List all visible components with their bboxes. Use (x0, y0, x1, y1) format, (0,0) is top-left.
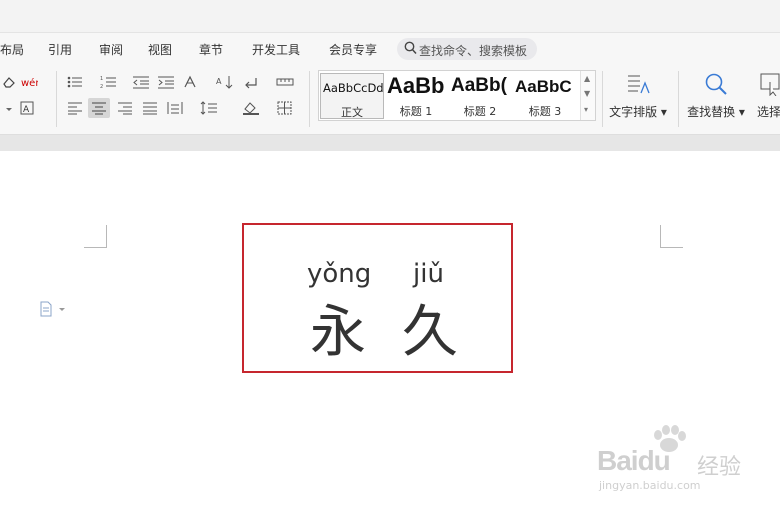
find-replace-label: 查找替换 (687, 105, 736, 119)
sort-icon[interactable]: A (216, 74, 234, 90)
pinyin-jiu: jiǔ (413, 259, 444, 289)
pinyin-yong: yǒng (307, 259, 372, 289)
menu-layout[interactable]: 布局 (0, 41, 24, 58)
expand-gallery-icon[interactable]: ▾ (584, 105, 588, 114)
find-icon (685, 70, 747, 98)
styles-gallery: AaBbCcDd 正文 AaBb 标题 1 AaBb( 标题 2 AaBbC 标… (318, 70, 596, 121)
style-heading3-sample: AaBbC (515, 77, 572, 96)
menu-bar: 布局 引用 审阅 视图 章节 开发工具 会员专享 (0, 33, 780, 65)
menu-chapter[interactable]: 章节 (199, 41, 223, 58)
paragraph-mark-icon[interactable] (242, 74, 260, 90)
style-heading3[interactable]: AaBbC 标题 3 (513, 73, 577, 117)
dropdown-small-icon[interactable] (0, 101, 18, 117)
watermark-brand: Baidu (597, 445, 671, 476)
hanzi-yong: 永 (310, 300, 366, 365)
style-normal-sample: AaBbCcDd (323, 81, 384, 95)
ribbon-separator (309, 71, 310, 127)
watermark-cn: 经验 (697, 455, 742, 480)
command-search-input[interactable]: 查找命令、搜索模板 (397, 38, 537, 60)
svg-text:1: 1 (100, 76, 103, 82)
style-heading1-sample: AaBb (387, 73, 445, 98)
character-border-icon[interactable]: A (18, 100, 36, 116)
style-normal-name: 正文 (341, 106, 363, 119)
text-layout-label: 文字排版 (609, 105, 658, 119)
svg-text:wén: wén (21, 77, 38, 89)
numbered-list-icon[interactable]: 12 (100, 74, 118, 90)
chevron-down-icon[interactable]: ▼ (584, 89, 590, 98)
chevron-up-icon[interactable]: ▲ (584, 74, 590, 83)
text-layout-button[interactable]: 文字排版 ▾ (607, 70, 669, 122)
phonetic-guide-icon[interactable]: wén (20, 74, 38, 90)
clear-format-icon[interactable] (0, 74, 18, 90)
justify-icon[interactable] (141, 100, 159, 116)
baidu-watermark: Baidu 经验 jingyan.baidu.com (597, 425, 747, 495)
svg-text:A: A (23, 105, 30, 115)
gallery-scrollbar[interactable]: ▲ ▼ ▾ (580, 71, 595, 120)
ribbon-separator (602, 71, 603, 127)
svg-text:A: A (216, 77, 222, 86)
shading-icon[interactable] (242, 100, 260, 116)
hanzi-jiu: 久 (402, 300, 458, 365)
style-normal[interactable]: AaBbCcDd 正文 (320, 73, 384, 119)
tab-ruler-icon[interactable] (276, 74, 294, 90)
style-heading1[interactable]: AaBb 标题 1 (385, 73, 447, 117)
increase-indent-icon[interactable] (157, 74, 175, 90)
search-placeholder: 查找命令、搜索模板 (419, 44, 528, 58)
phonetic-text-frame: yǒng jiǔ 永 久 (242, 223, 513, 373)
margin-corner-right (660, 225, 683, 248)
style-heading1-name: 标题 1 (399, 105, 433, 117)
borders-icon[interactable] (276, 100, 294, 116)
paragraph-menu-icon[interactable] (38, 301, 68, 321)
search-icon (404, 41, 417, 58)
select-label: 选择 (757, 105, 780, 119)
distribute-icon[interactable] (166, 100, 184, 116)
align-left-icon[interactable] (66, 100, 84, 116)
menu-view[interactable]: 视图 (148, 41, 172, 58)
align-center-icon[interactable] (88, 98, 110, 118)
document-gap (0, 135, 780, 151)
bullet-list-icon[interactable] (66, 74, 84, 90)
style-heading3-name: 标题 3 (528, 105, 562, 117)
style-heading2-name: 标题 2 (463, 105, 497, 117)
style-heading2-sample: AaBb( (451, 75, 507, 96)
find-replace-button[interactable]: 查找替换 ▾ (685, 70, 747, 122)
style-heading2[interactable]: AaBb( 标题 2 (449, 73, 511, 117)
menu-review[interactable]: 审阅 (99, 41, 123, 58)
title-bar (0, 0, 780, 33)
ribbon-separator (56, 71, 57, 127)
select-icon (752, 70, 780, 98)
chinese-layout-icon[interactable] (183, 74, 201, 90)
align-right-icon[interactable] (116, 100, 134, 116)
menu-developer-tools[interactable]: 开发工具 (252, 41, 300, 58)
margin-corner-left (84, 225, 107, 248)
text-layout-icon (607, 70, 669, 98)
decrease-indent-icon[interactable] (132, 74, 150, 90)
watermark-url: jingyan.baidu.com (599, 479, 701, 492)
select-button[interactable]: 选择 (752, 70, 780, 122)
svg-text:2: 2 (100, 84, 103, 89)
ribbon-separator (678, 71, 679, 127)
line-spacing-icon[interactable] (200, 100, 218, 116)
menu-member-exclusive[interactable]: 会员专享 (329, 41, 377, 58)
menu-references[interactable]: 引用 (48, 41, 72, 58)
